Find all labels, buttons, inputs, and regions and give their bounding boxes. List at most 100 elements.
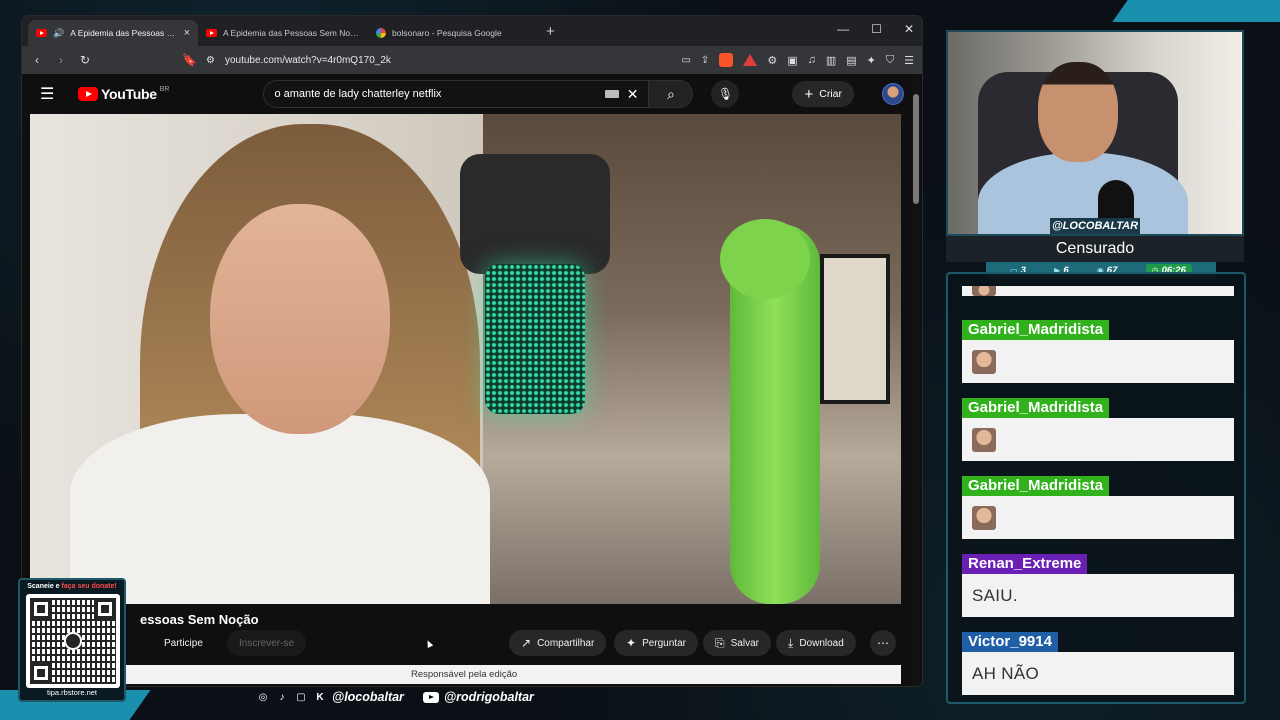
leo-icon[interactable]: ✦	[867, 54, 876, 67]
wall-picture	[820, 254, 890, 404]
wallet-icon[interactable]: ▤	[846, 54, 856, 67]
presenter-face	[210, 204, 390, 434]
hamburger-menu-icon[interactable]: ☰	[40, 84, 58, 104]
qr-logo-icon	[64, 632, 82, 650]
qr-caption-b: faça seu donate!	[61, 583, 117, 590]
scrollbar-thumb[interactable]	[913, 94, 919, 204]
cast-icon[interactable]: ▭	[681, 55, 690, 66]
webcam-person-head	[1038, 62, 1118, 162]
emote-icon	[972, 349, 996, 374]
download-icon: ⤓	[788, 635, 794, 650]
keyboard-icon[interactable]	[604, 90, 619, 98]
chat-message-body: AH NÃO	[962, 652, 1234, 695]
video-title: essoas Sem Noção	[140, 612, 259, 627]
share-icon: ↗	[521, 636, 532, 650]
chat-message-text: AH NÃO	[972, 663, 1039, 683]
chat-message: Renan_Extreme SAIU.	[962, 554, 1234, 617]
reload-icon[interactable]: ↻	[78, 53, 92, 67]
google-icon	[376, 28, 386, 38]
donate-url: tipa.rbstore.net	[46, 688, 98, 697]
donate-qr-panel: Scaneie e faça seu donate! tipa.rbstore.…	[18, 578, 126, 702]
qr-code	[26, 594, 120, 688]
qr-finder	[94, 598, 116, 620]
url-text: youtube.com/watch?v=4r0mQ170_2k	[224, 54, 391, 66]
brave-shield-icon[interactable]	[719, 53, 734, 67]
chat-message: Victor_9914 AH NÃO	[962, 632, 1234, 695]
join-button[interactable]: Participe	[152, 630, 215, 656]
subscribe-button[interactable]: Inscrever-se	[227, 630, 307, 656]
kick-icon: K	[316, 691, 324, 703]
qr-caption-a: Scaneie e	[27, 583, 62, 590]
music-icon[interactable]: ♫	[808, 54, 816, 67]
share-icon[interactable]: ⇪	[701, 55, 709, 66]
site-settings-icon[interactable]: ⚙	[206, 55, 215, 66]
save-button[interactable]: ⎘ Salvar	[703, 630, 771, 656]
browser-toolbar: ‹ › ↻ 🔖 ⚙ youtube.com/watch?v=4r0mQ170_2…	[22, 46, 922, 74]
share-button[interactable]: ↗ Compartilhar	[509, 630, 607, 656]
back-icon[interactable]: ‹	[30, 53, 44, 67]
voice-search-button[interactable]: 🎙	[711, 80, 740, 108]
window-controls: — ☐ ✕	[837, 22, 914, 36]
alien-head	[720, 219, 810, 299]
ask-button[interactable]: ✦ Perguntar	[614, 630, 698, 656]
browser-tab-1[interactable]: 🔊 A Epidemia das Pessoas Sem Noção ×	[28, 20, 198, 46]
close-tab-icon[interactable]: ×	[184, 27, 190, 39]
sidebar-icon[interactable]: ▥	[826, 54, 836, 67]
menu-icon[interactable]: ☰	[904, 54, 914, 67]
brave-rewards-icon[interactable]	[743, 54, 758, 66]
join-label: Participe	[164, 637, 203, 649]
tab-bar: 🔊 A Epidemia das Pessoas Sem Noção × A E…	[22, 16, 922, 46]
emote-icon	[972, 286, 996, 296]
create-button[interactable]: + Criar	[792, 81, 854, 107]
speaker-icon[interactable]: 🔊	[53, 28, 64, 39]
sparkle-icon: ✦	[626, 636, 637, 650]
youtube-icon	[206, 29, 217, 37]
address-bar[interactable]: ⚙ youtube.com/watch?v=4r0mQ170_2k ▭ ⇪	[206, 53, 758, 67]
forward-icon[interactable]: ›	[54, 53, 68, 67]
video-player[interactable]	[30, 114, 901, 604]
extensions-icon[interactable]: ⚙	[767, 54, 777, 67]
chat-username: Gabriel_Madridista	[962, 320, 1110, 340]
plus-icon: +	[804, 85, 814, 103]
vpn-icon[interactable]: ⛉	[886, 54, 894, 67]
more-actions-button[interactable]: ⋯	[870, 630, 896, 656]
chat-message-partial	[962, 286, 1234, 296]
page-scrollbar[interactable]	[912, 74, 920, 686]
bookmark-icon[interactable]: 🔖	[182, 53, 197, 67]
avatar[interactable]	[882, 83, 904, 105]
chat-message-body: SAIU.	[962, 574, 1234, 617]
close-window-icon[interactable]: ✕	[904, 22, 914, 36]
youtube-play-icon	[78, 87, 98, 101]
browser-tab-3[interactable]: bolsonaro - Pesquisa Google	[368, 20, 538, 46]
tiktok-icon: ♪	[279, 691, 285, 703]
microphone-arm	[460, 154, 610, 274]
search-icon: ⌕	[667, 85, 675, 102]
clear-search-icon[interactable]: ✕	[627, 86, 639, 103]
stream-title: Censurado	[946, 236, 1244, 262]
search-input[interactable]: o amante de lady chatterley netflix ✕	[263, 80, 650, 108]
edit-credit-banner: Responsável pela edição	[30, 665, 901, 684]
new-tab-button[interactable]: +	[546, 23, 555, 40]
screenshot-icon[interactable]: ▣	[787, 54, 797, 67]
presenter-body	[70, 414, 490, 604]
more-icon: ⋯	[877, 636, 889, 650]
create-label: Criar	[819, 88, 842, 100]
twitch-icon: ▢	[296, 691, 306, 703]
chat-message-body	[962, 418, 1234, 461]
search-query: o amante de lady chatterley netflix	[274, 88, 442, 100]
social-handle-2: @rodrigobaltar	[443, 690, 534, 704]
chat-username: Renan_Extreme	[962, 554, 1088, 574]
youtube-logo[interactable]: YouTube BR	[78, 86, 169, 102]
browser-tab-2[interactable]: A Epidemia das Pessoas Sem Noção - YouTu…	[198, 20, 368, 46]
extensions-area: ⚙ ▣ ♫ ▥ ▤ ✦ ⛉ ☰	[767, 54, 914, 67]
edit-credit-text: Responsável pela edição	[411, 669, 518, 680]
emote-icon	[972, 505, 996, 530]
chat-username: Victor_9914	[962, 632, 1058, 652]
search-button[interactable]: ⌕	[649, 80, 694, 108]
chat-message-body	[962, 340, 1234, 383]
chat-message: Gabriel_Madridista	[962, 476, 1234, 539]
download-button[interactable]: ⤓ Download	[776, 630, 856, 656]
maximize-icon[interactable]: ☐	[871, 22, 882, 36]
webcam-feed	[946, 30, 1244, 236]
minimize-icon[interactable]: —	[837, 22, 849, 36]
